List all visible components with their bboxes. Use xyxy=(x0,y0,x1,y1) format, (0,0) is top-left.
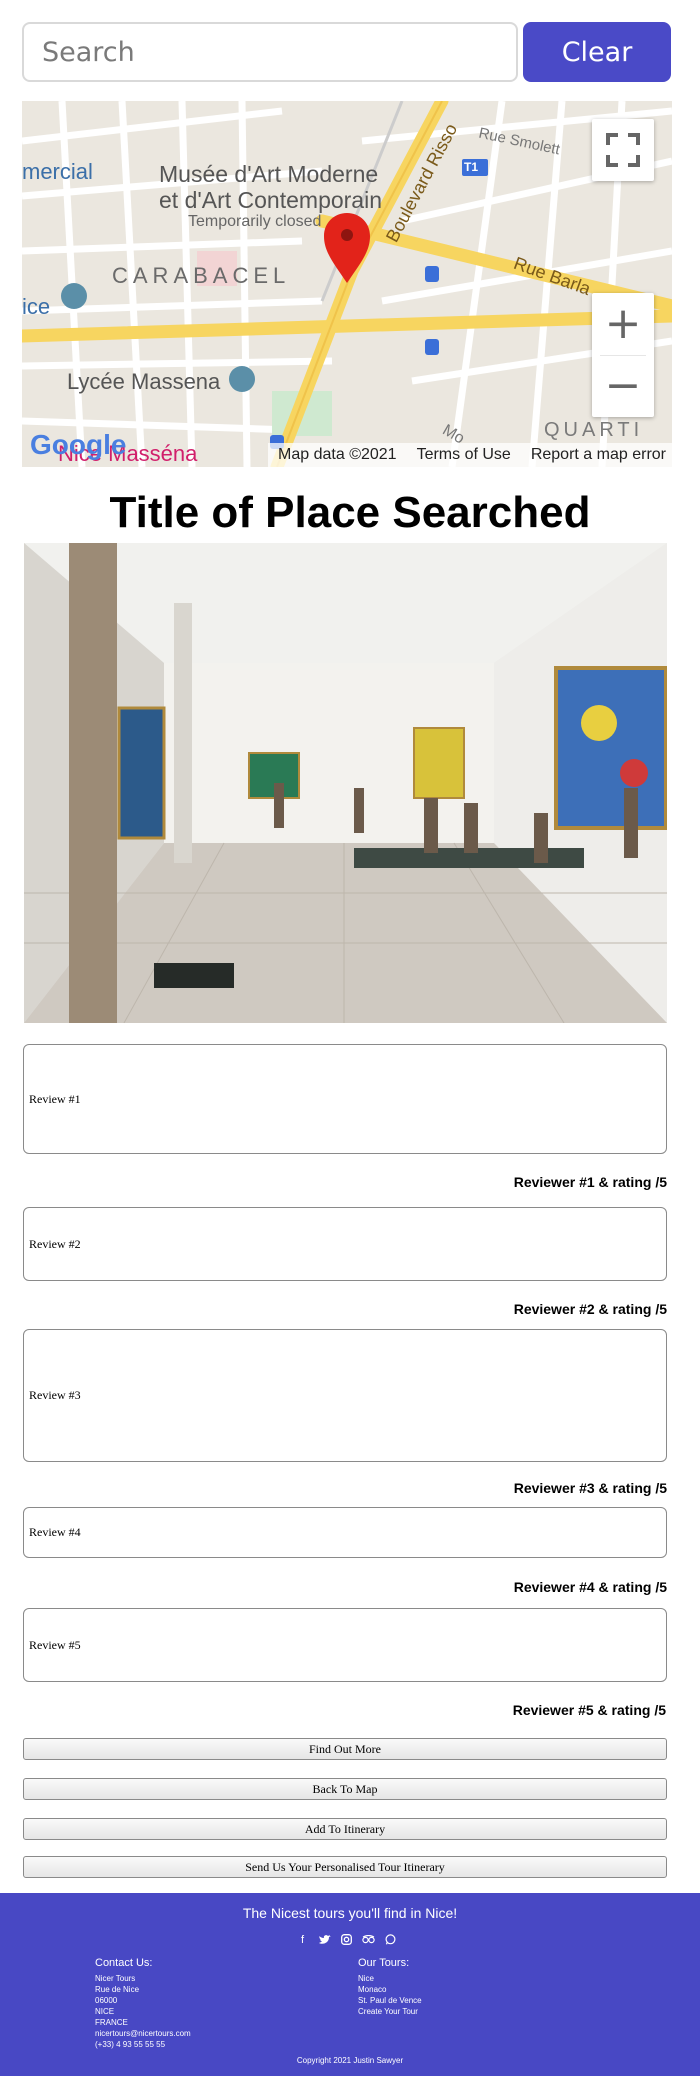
tour-link-st-paul[interactable]: St. Paul de Vence xyxy=(358,1995,422,2006)
zoom-in-button[interactable]: + xyxy=(592,293,654,355)
review-text: Review #5 xyxy=(29,1637,81,1652)
map-label-closed: Temporarily closed xyxy=(188,213,322,230)
map-label-t1: T1 xyxy=(464,160,479,174)
map-label-quartier: QUARTI xyxy=(544,419,644,441)
contact-heading: Contact Us: xyxy=(95,1957,153,1969)
zoom-out-button[interactable]: − xyxy=(592,355,654,417)
tour-link-create[interactable]: Create Your Tour xyxy=(358,2006,422,2017)
minus-icon: − xyxy=(604,360,642,411)
map-attribution: Map data ©2021 Terms of Use Report a map… xyxy=(268,443,672,467)
tours-column: Our Tours: Nice Monaco St. Paul de Vence… xyxy=(358,1958,422,2017)
map[interactable]: Musée d'Art Moderne et d'Art Contemporai… xyxy=(22,101,672,467)
fullscreen-button[interactable] xyxy=(592,119,654,181)
terms-of-use-link[interactable]: Terms of Use xyxy=(417,446,511,464)
map-label-museum: Musée d'Art Moderne xyxy=(159,161,379,187)
tour-link-nice[interactable]: Nice xyxy=(358,1973,422,1984)
twitter-icon[interactable] xyxy=(318,1933,331,1946)
send-itinerary-button[interactable]: Send Us Your Personalised Tour Itinerary xyxy=(23,1856,667,1878)
map-label-nice: ice xyxy=(22,294,51,319)
review-box: Review #3 xyxy=(23,1329,667,1462)
footer-tagline: The Nicest tours you'll find in Nice! xyxy=(242,1905,458,1921)
review-box: Review #1 xyxy=(23,1044,667,1154)
fullscreen-icon xyxy=(606,133,640,167)
contact-line: Rue de Nice xyxy=(95,1985,140,1994)
search-input[interactable] xyxy=(22,22,518,82)
google-logo: Google xyxy=(30,429,127,460)
review-text: Review #4 xyxy=(29,1525,81,1539)
reviewer-rating: Reviewer #1 & rating /5 xyxy=(513,1174,667,1190)
map-label-museum-2: et d'Art Contemporain xyxy=(159,187,383,213)
review-box: Review #4 xyxy=(23,1507,667,1558)
map-data-label: Map data ©2021 xyxy=(278,446,397,463)
review-text: Review #2 xyxy=(29,1236,81,1251)
contact-line: Nicer Tours xyxy=(95,1974,136,1983)
review-text: Review #3 xyxy=(29,1388,81,1402)
clear-button[interactable]: Clear xyxy=(523,22,671,82)
contact-column: Contact Us: Nicer Tours Rue de Nice 0600… xyxy=(95,1958,191,2050)
copyright: Copyright 2021 Justin Sawyer xyxy=(296,2056,404,2065)
reviewer-rating: Reviewer #3 & rating /5 xyxy=(513,1480,667,1496)
instagram-icon[interactable] xyxy=(340,1933,353,1946)
tour-link-monaco[interactable]: Monaco xyxy=(358,1984,422,1995)
contact-phone: (+33) 4 93 55 55 55 xyxy=(95,2040,166,2049)
review-box: Review #2 xyxy=(23,1207,667,1281)
plus-icon: + xyxy=(604,298,642,349)
map-label-lycee: Lycée Massena xyxy=(67,369,221,394)
contact-email-link[interactable]: nicertours@nicertours.com xyxy=(95,2028,191,2039)
back-to-map-button[interactable]: Back To Map xyxy=(23,1778,667,1800)
place-photo xyxy=(24,543,667,1023)
report-map-error-link[interactable]: Report a map error xyxy=(531,446,666,464)
map-label-commercial: mercial xyxy=(22,159,93,184)
tours-heading: Our Tours: xyxy=(358,1957,410,1969)
review-text: Review #1 xyxy=(29,1091,81,1106)
facebook-icon[interactable]: f xyxy=(296,1933,309,1946)
page-title: Title of Place Searched xyxy=(109,488,591,537)
tripadvisor-icon[interactable] xyxy=(362,1933,375,1946)
review-box: Review #5 xyxy=(23,1608,667,1682)
contact-line: 06000 xyxy=(95,1996,118,2005)
reviewer-rating: Reviewer #5 & rating /5 xyxy=(512,1702,666,1718)
find-out-more-button[interactable]: Find Out More xyxy=(23,1738,667,1760)
reviewer-rating: Reviewer #4 & rating /5 xyxy=(513,1579,667,1595)
site-footer: The Nicest tours you'll find in Nice! f … xyxy=(0,1893,700,2076)
reviewer-rating: Reviewer #2 & rating /5 xyxy=(513,1301,667,1317)
zoom-controls: + − xyxy=(592,293,654,417)
social-links: f xyxy=(296,1933,397,1946)
contact-line: FRANCE xyxy=(95,2018,128,2027)
map-label-district: CARABACEL xyxy=(112,263,291,288)
whatsapp-icon[interactable] xyxy=(384,1933,397,1946)
contact-line: NICE xyxy=(95,2007,115,2016)
add-to-itinerary-button[interactable]: Add To Itinerary xyxy=(23,1818,667,1840)
